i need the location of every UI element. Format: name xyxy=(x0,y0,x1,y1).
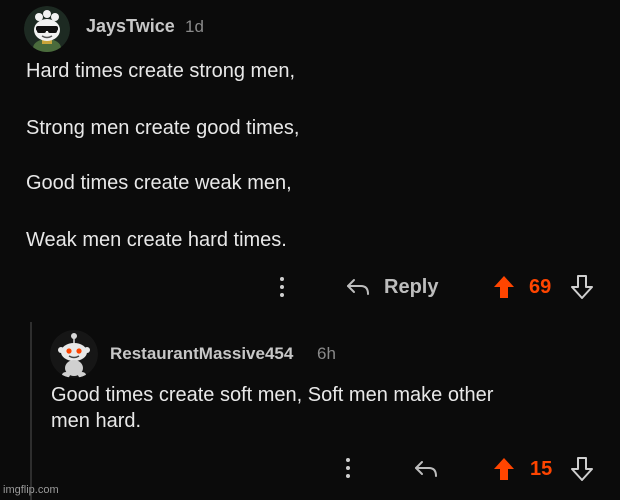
vote-score: 15 xyxy=(530,458,553,480)
reply-icon[interactable] xyxy=(413,459,439,479)
vote-score: 69 xyxy=(529,276,552,298)
comment-body-line: Good times create weak men, xyxy=(26,172,292,194)
comment-username[interactable]: JaysTwice xyxy=(86,16,175,37)
user-avatar-restaurantmassive454[interactable] xyxy=(50,330,98,378)
upvote-arrow-icon[interactable] xyxy=(493,275,515,299)
upvote-arrow-icon[interactable] xyxy=(493,457,515,481)
reply-icon[interactable] xyxy=(345,277,371,297)
downvote-arrow-icon[interactable] xyxy=(571,275,593,299)
comment-body-line: Good times create soft men, Soft men mak… xyxy=(51,384,494,406)
sunglasses-avatar-icon xyxy=(24,6,70,52)
comment-age: 6h xyxy=(317,344,336,363)
comment-body-line: Hard times create strong men, xyxy=(26,60,295,82)
downvote-arrow-icon[interactable] xyxy=(571,457,593,481)
thread-line[interactable] xyxy=(30,322,32,500)
reply-button[interactable]: Reply xyxy=(384,276,438,299)
more-options-icon[interactable] xyxy=(345,458,351,480)
comment-age: 1d xyxy=(185,17,204,36)
watermark: imgflip.com xyxy=(3,484,59,496)
comment-body-line: Strong men create good times, xyxy=(26,117,300,139)
user-avatar-jaystwice[interactable] xyxy=(24,6,70,52)
more-options-icon[interactable] xyxy=(279,277,285,299)
snoo-avatar-icon xyxy=(50,330,98,378)
comment-body-line: men hard. xyxy=(51,410,142,432)
comment-username[interactable]: RestaurantMassive454 xyxy=(110,344,293,364)
comment-body-line: Weak men create hard times. xyxy=(26,229,287,251)
comment-thread: JaysTwice 1d Hard times create strong me… xyxy=(0,0,620,500)
